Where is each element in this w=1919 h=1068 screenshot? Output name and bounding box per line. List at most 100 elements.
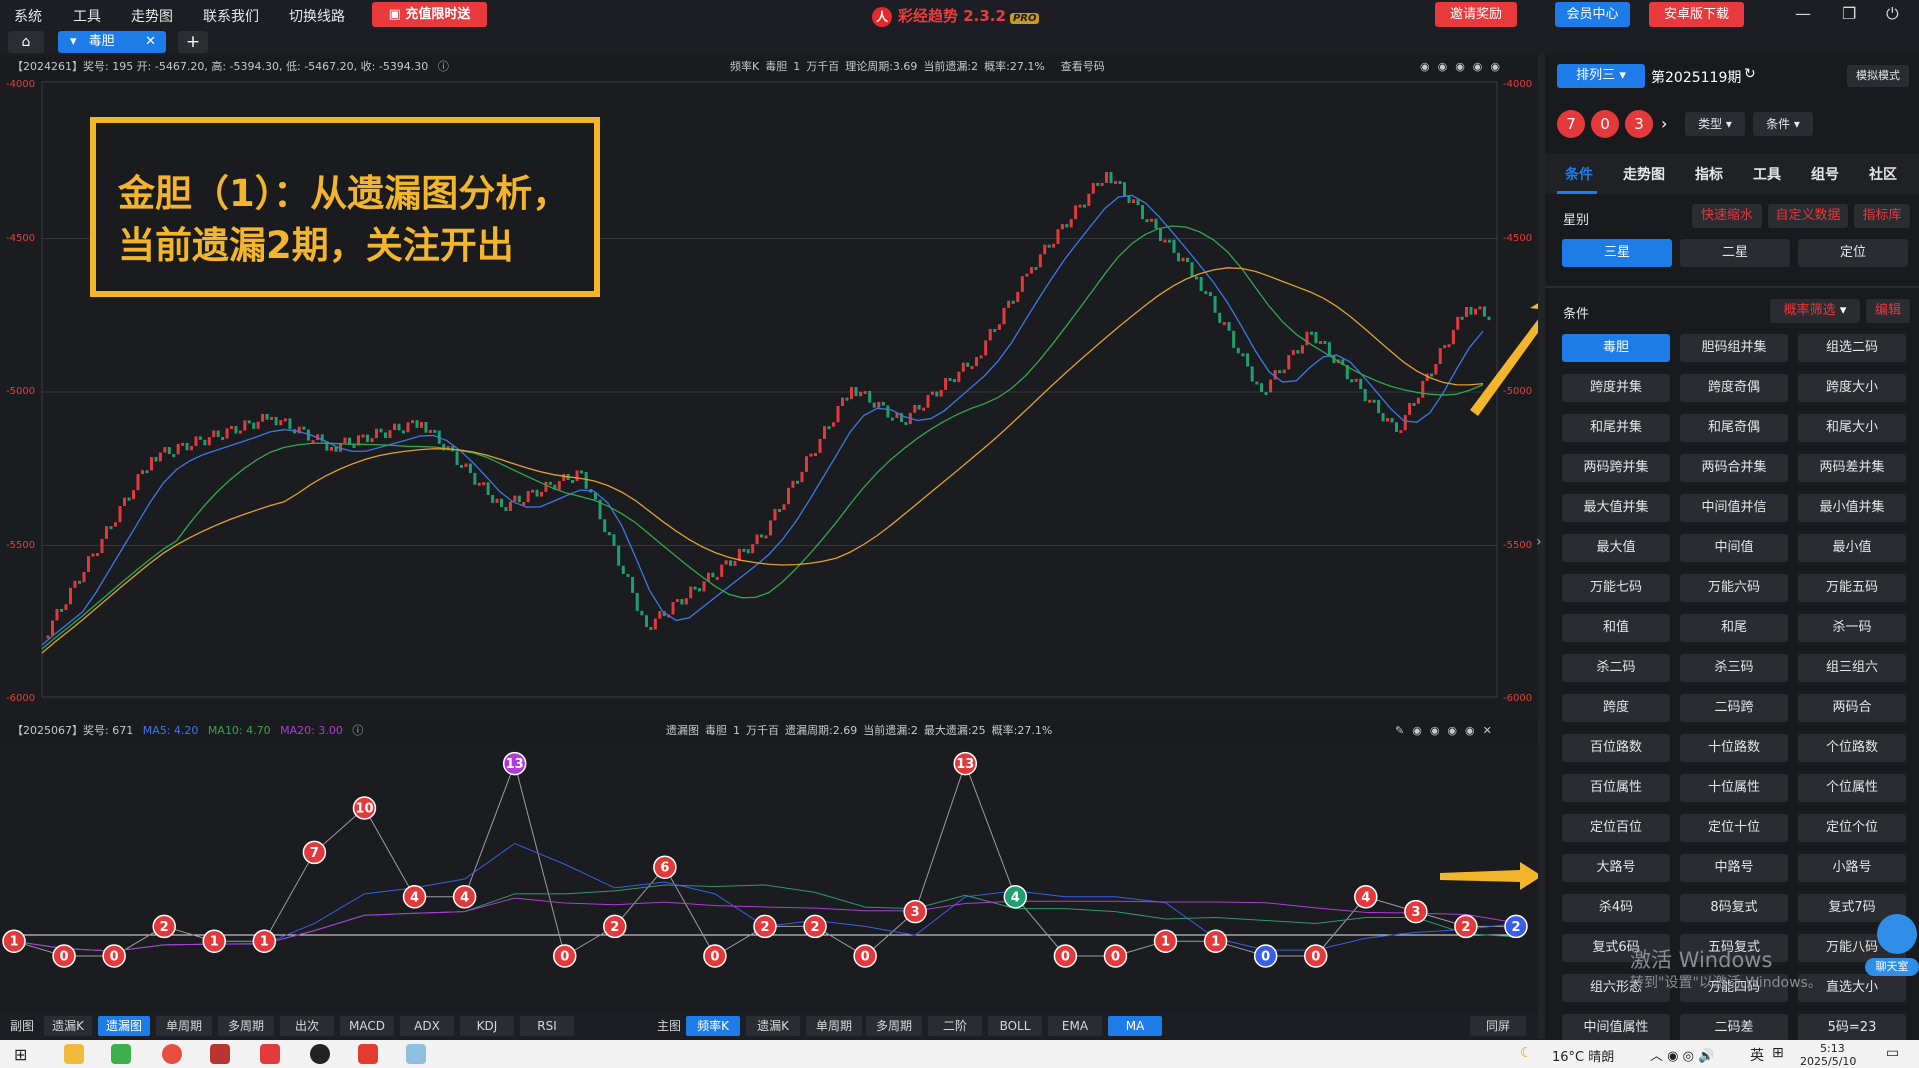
condition-item[interactable]: 大路号 xyxy=(1562,854,1670,882)
notification-icon[interactable]: ▭ xyxy=(1886,1045,1899,1061)
qq-icon[interactable] xyxy=(310,1044,330,1064)
btn-multi-period[interactable]: 多周期 xyxy=(218,1016,274,1036)
help-icon[interactable]: ⓘ xyxy=(352,724,363,737)
btn-rsi[interactable]: RSI xyxy=(520,1016,574,1036)
menu-contact[interactable]: 联系我们 xyxy=(203,6,259,26)
notes-icon[interactable] xyxy=(406,1044,426,1064)
btn-omission-chart[interactable]: 遗漏图 xyxy=(98,1016,150,1036)
simulation-mode-button[interactable]: 模拟模式 xyxy=(1847,65,1909,87)
btn-macd[interactable]: MACD xyxy=(340,1016,394,1036)
add-tab-button[interactable]: + xyxy=(178,31,208,53)
condition-item[interactable]: 和值 xyxy=(1562,614,1670,642)
condition-item[interactable]: 二码跨 xyxy=(1680,694,1788,722)
condition-item[interactable]: 最小值 xyxy=(1798,534,1906,562)
wps-icon[interactable] xyxy=(358,1044,378,1064)
condition-item[interactable]: 和尾并集 xyxy=(1562,414,1670,442)
condition-item[interactable]: 跨度并集 xyxy=(1562,374,1670,402)
refresh-icon[interactable]: ↻ xyxy=(1744,66,1756,82)
condition-item[interactable]: 跨度 xyxy=(1562,694,1670,722)
chart-controls-icons[interactable]: ◉◉◉◉◉ xyxy=(1420,57,1508,77)
chevron-right-icon[interactable]: › xyxy=(1536,534,1542,550)
btn-split-screen[interactable]: 同屏 xyxy=(1470,1016,1526,1036)
menu-tools[interactable]: 工具 xyxy=(73,6,101,26)
condition-item[interactable]: 小路号 xyxy=(1798,854,1906,882)
condition-item[interactable]: 个位属性 xyxy=(1798,774,1906,802)
condition-item[interactable]: 两码合并集 xyxy=(1680,454,1788,482)
condition-item[interactable]: 杀4码 xyxy=(1562,894,1670,922)
condition-item[interactable]: 组选二码 xyxy=(1798,334,1906,362)
help-icon[interactable]: ⓘ xyxy=(438,60,449,73)
condition-item[interactable]: 百位路数 xyxy=(1562,734,1670,762)
panel-divider[interactable]: › xyxy=(1536,54,1545,1039)
btn-occurrences[interactable]: 出次 xyxy=(280,1016,334,1036)
condition-item[interactable]: 跨度大小 xyxy=(1798,374,1906,402)
power-icon[interactable]: ⏻ xyxy=(1886,4,1899,24)
condition-item[interactable]: 和尾奇偶 xyxy=(1680,414,1788,442)
condition-item[interactable]: 毒胆 xyxy=(1562,334,1670,362)
btn-main-multi-period[interactable]: 多周期 xyxy=(866,1016,922,1036)
menu-system[interactable]: 系统 xyxy=(14,6,42,26)
menu-switch-line[interactable]: 切换线路 xyxy=(289,6,345,26)
wechat-icon[interactable] xyxy=(111,1044,131,1064)
omission-controls-icons[interactable]: ✎◉◉◉◉✕ xyxy=(1395,721,1500,741)
tray-icons[interactable]: ︿ ◉ ◎ 🔊 xyxy=(1650,1045,1714,1064)
btn-second-order[interactable]: 二阶 xyxy=(928,1016,982,1036)
clock-date[interactable]: 2025/5/10 xyxy=(1800,1055,1856,1068)
condition-item[interactable]: 个位路数 xyxy=(1798,734,1906,762)
condition-item[interactable]: 百位属性 xyxy=(1562,774,1670,802)
tab-conditions[interactable]: 条件 xyxy=(1565,164,1593,184)
btn-main-single-period[interactable]: 单周期 xyxy=(806,1016,862,1036)
condition-item[interactable]: 十位路数 xyxy=(1680,734,1788,762)
condition-item[interactable]: 两码跨并集 xyxy=(1562,454,1670,482)
condition-item[interactable]: 最小值并集 xyxy=(1798,494,1906,522)
btn-single-period[interactable]: 单周期 xyxy=(156,1016,212,1036)
condition-select[interactable]: 条件 ▾ xyxy=(1753,112,1813,136)
condition-item[interactable]: 杀二码 xyxy=(1562,654,1670,682)
condition-item[interactable]: 万能七码 xyxy=(1562,574,1670,602)
condition-item[interactable]: 定位十位 xyxy=(1680,814,1788,842)
condition-item[interactable]: 万能六码 xyxy=(1680,574,1788,602)
btn-ema[interactable]: EMA xyxy=(1048,1016,1102,1036)
condition-item[interactable]: 万能五码 xyxy=(1798,574,1906,602)
condition-item[interactable]: 和尾大小 xyxy=(1798,414,1906,442)
tab-dudan[interactable]: ▾ 毒胆 ✕ xyxy=(58,31,166,53)
star-three-button[interactable]: 三星 xyxy=(1562,239,1672,267)
ime-indicator[interactable]: 英 xyxy=(1750,1045,1764,1065)
condition-item[interactable]: 胆码组并集 xyxy=(1680,334,1788,362)
lottery-app-icon[interactable] xyxy=(260,1044,280,1064)
menu-trend-chart[interactable]: 走势图 xyxy=(131,6,173,26)
android-download-button[interactable]: 安卓版下载 xyxy=(1649,2,1744,27)
tab-groups[interactable]: 组号 xyxy=(1811,164,1839,184)
condition-item[interactable]: 中间值 xyxy=(1680,534,1788,562)
condition-item[interactable]: 最大值并集 xyxy=(1562,494,1670,522)
btn-omission-k[interactable]: 遗漏K xyxy=(44,1016,92,1036)
btn-main-omission-k[interactable]: 遗漏K xyxy=(746,1016,800,1036)
invite-button[interactable]: 邀请奖励 xyxy=(1435,2,1517,27)
condition-item[interactable]: 组三组六 xyxy=(1798,654,1906,682)
minimize-icon[interactable]: — xyxy=(1795,4,1811,23)
btn-boll[interactable]: BOLL xyxy=(988,1016,1042,1036)
condition-item[interactable]: 杀三码 xyxy=(1680,654,1788,682)
close-icon[interactable]: ✕ xyxy=(145,31,156,53)
chevron-right-icon[interactable]: › xyxy=(1661,114,1667,133)
member-center-button[interactable]: 会员中心 xyxy=(1555,2,1630,27)
condition-item[interactable]: 中间值属性 xyxy=(1562,1014,1670,1042)
clock-time[interactable]: 5:13 xyxy=(1820,1042,1845,1055)
condition-item[interactable]: 两码合 xyxy=(1798,694,1906,722)
condition-item[interactable]: 定位百位 xyxy=(1562,814,1670,842)
keyboard-icon[interactable]: ⊞ xyxy=(1772,1045,1784,1061)
condition-item[interactable]: 和尾 xyxy=(1680,614,1788,642)
custom-data-link[interactable]: 自定义数据 xyxy=(1768,204,1848,228)
view-numbers-link[interactable]: 查看号码 xyxy=(1061,60,1105,73)
windows-start-icon[interactable]: ⊞ xyxy=(14,1045,27,1064)
condition-item[interactable]: 跨度奇偶 xyxy=(1680,374,1788,402)
indicator-library-link[interactable]: 指标库 xyxy=(1854,204,1910,228)
condition-item[interactable]: 8码复式 xyxy=(1680,894,1788,922)
tab-community[interactable]: 社区 xyxy=(1869,164,1897,184)
condition-item[interactable]: 最大值 xyxy=(1562,534,1670,562)
chat-room-button[interactable]: 聊天室 xyxy=(1865,958,1919,976)
quick-shrink-link[interactable]: 快速缩水 xyxy=(1692,204,1762,228)
restore-icon[interactable]: ❐ xyxy=(1842,4,1856,23)
type-select[interactable]: 类型 ▾ xyxy=(1685,112,1745,136)
condition-item[interactable]: 杀一码 xyxy=(1798,614,1906,642)
